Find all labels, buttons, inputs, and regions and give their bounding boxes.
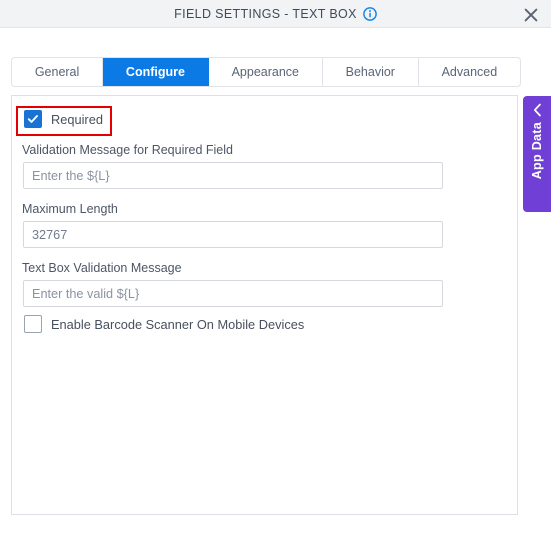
tab-behavior[interactable]: Behavior [322,58,419,86]
required-checkbox-row[interactable]: Required [24,110,103,128]
text-box-validation-message-input-wrap [23,280,443,307]
settings-tab-bar: General Configure Appearance Behavior Ad… [11,57,521,87]
tab-appearance[interactable]: Appearance [208,58,323,86]
tab-general[interactable]: General [12,58,104,86]
tab-configure-label: Configure [125,65,185,79]
configure-panel: Required Validation Message for Required… [11,95,518,515]
app-data-tab-label: App Data [530,122,544,180]
tab-general-label: General [34,65,80,79]
tab-advanced[interactable]: Advanced [418,58,520,86]
maximum-length-label-wrap: Maximum Length [22,200,118,218]
tab-configure[interactable]: Configure [103,58,209,86]
validation-message-required-label-wrap: Validation Message for Required Field [22,141,233,159]
tab-appearance-label: Appearance [231,65,299,79]
maximum-length-label: Maximum Length [22,202,118,216]
barcode-scanner-checkbox-row[interactable]: Enable Barcode Scanner On Mobile Devices [24,315,304,333]
tab-advanced-label: Advanced [441,65,498,79]
page-title: FIELD SETTINGS - TEXT BOX [174,6,357,21]
text-box-validation-message-label-wrap: Text Box Validation Message [22,259,182,277]
app-data-tab[interactable]: App Data [523,96,551,212]
info-circle-icon[interactable] [362,6,377,21]
dialog-title-wrap: FIELD SETTINGS - TEXT BOX [0,0,551,27]
validation-message-required-label: Validation Message for Required Field [22,143,233,157]
text-box-validation-message-label: Text Box Validation Message [22,261,182,275]
barcode-scanner-checkbox[interactable] [24,315,42,333]
maximum-length-input-wrap [23,221,443,248]
maximum-length-input[interactable] [23,221,443,248]
close-icon[interactable] [521,5,541,25]
text-box-validation-message-input[interactable] [23,280,443,307]
chevron-left-icon [529,102,545,118]
tab-behavior-label: Behavior [345,65,395,79]
required-checkbox[interactable] [24,110,42,128]
barcode-scanner-checkbox-label: Enable Barcode Scanner On Mobile Devices [51,316,305,332]
validation-message-required-input[interactable] [23,162,443,189]
validation-message-required-input-wrap [23,162,443,189]
required-checkbox-label: Required [51,111,103,127]
